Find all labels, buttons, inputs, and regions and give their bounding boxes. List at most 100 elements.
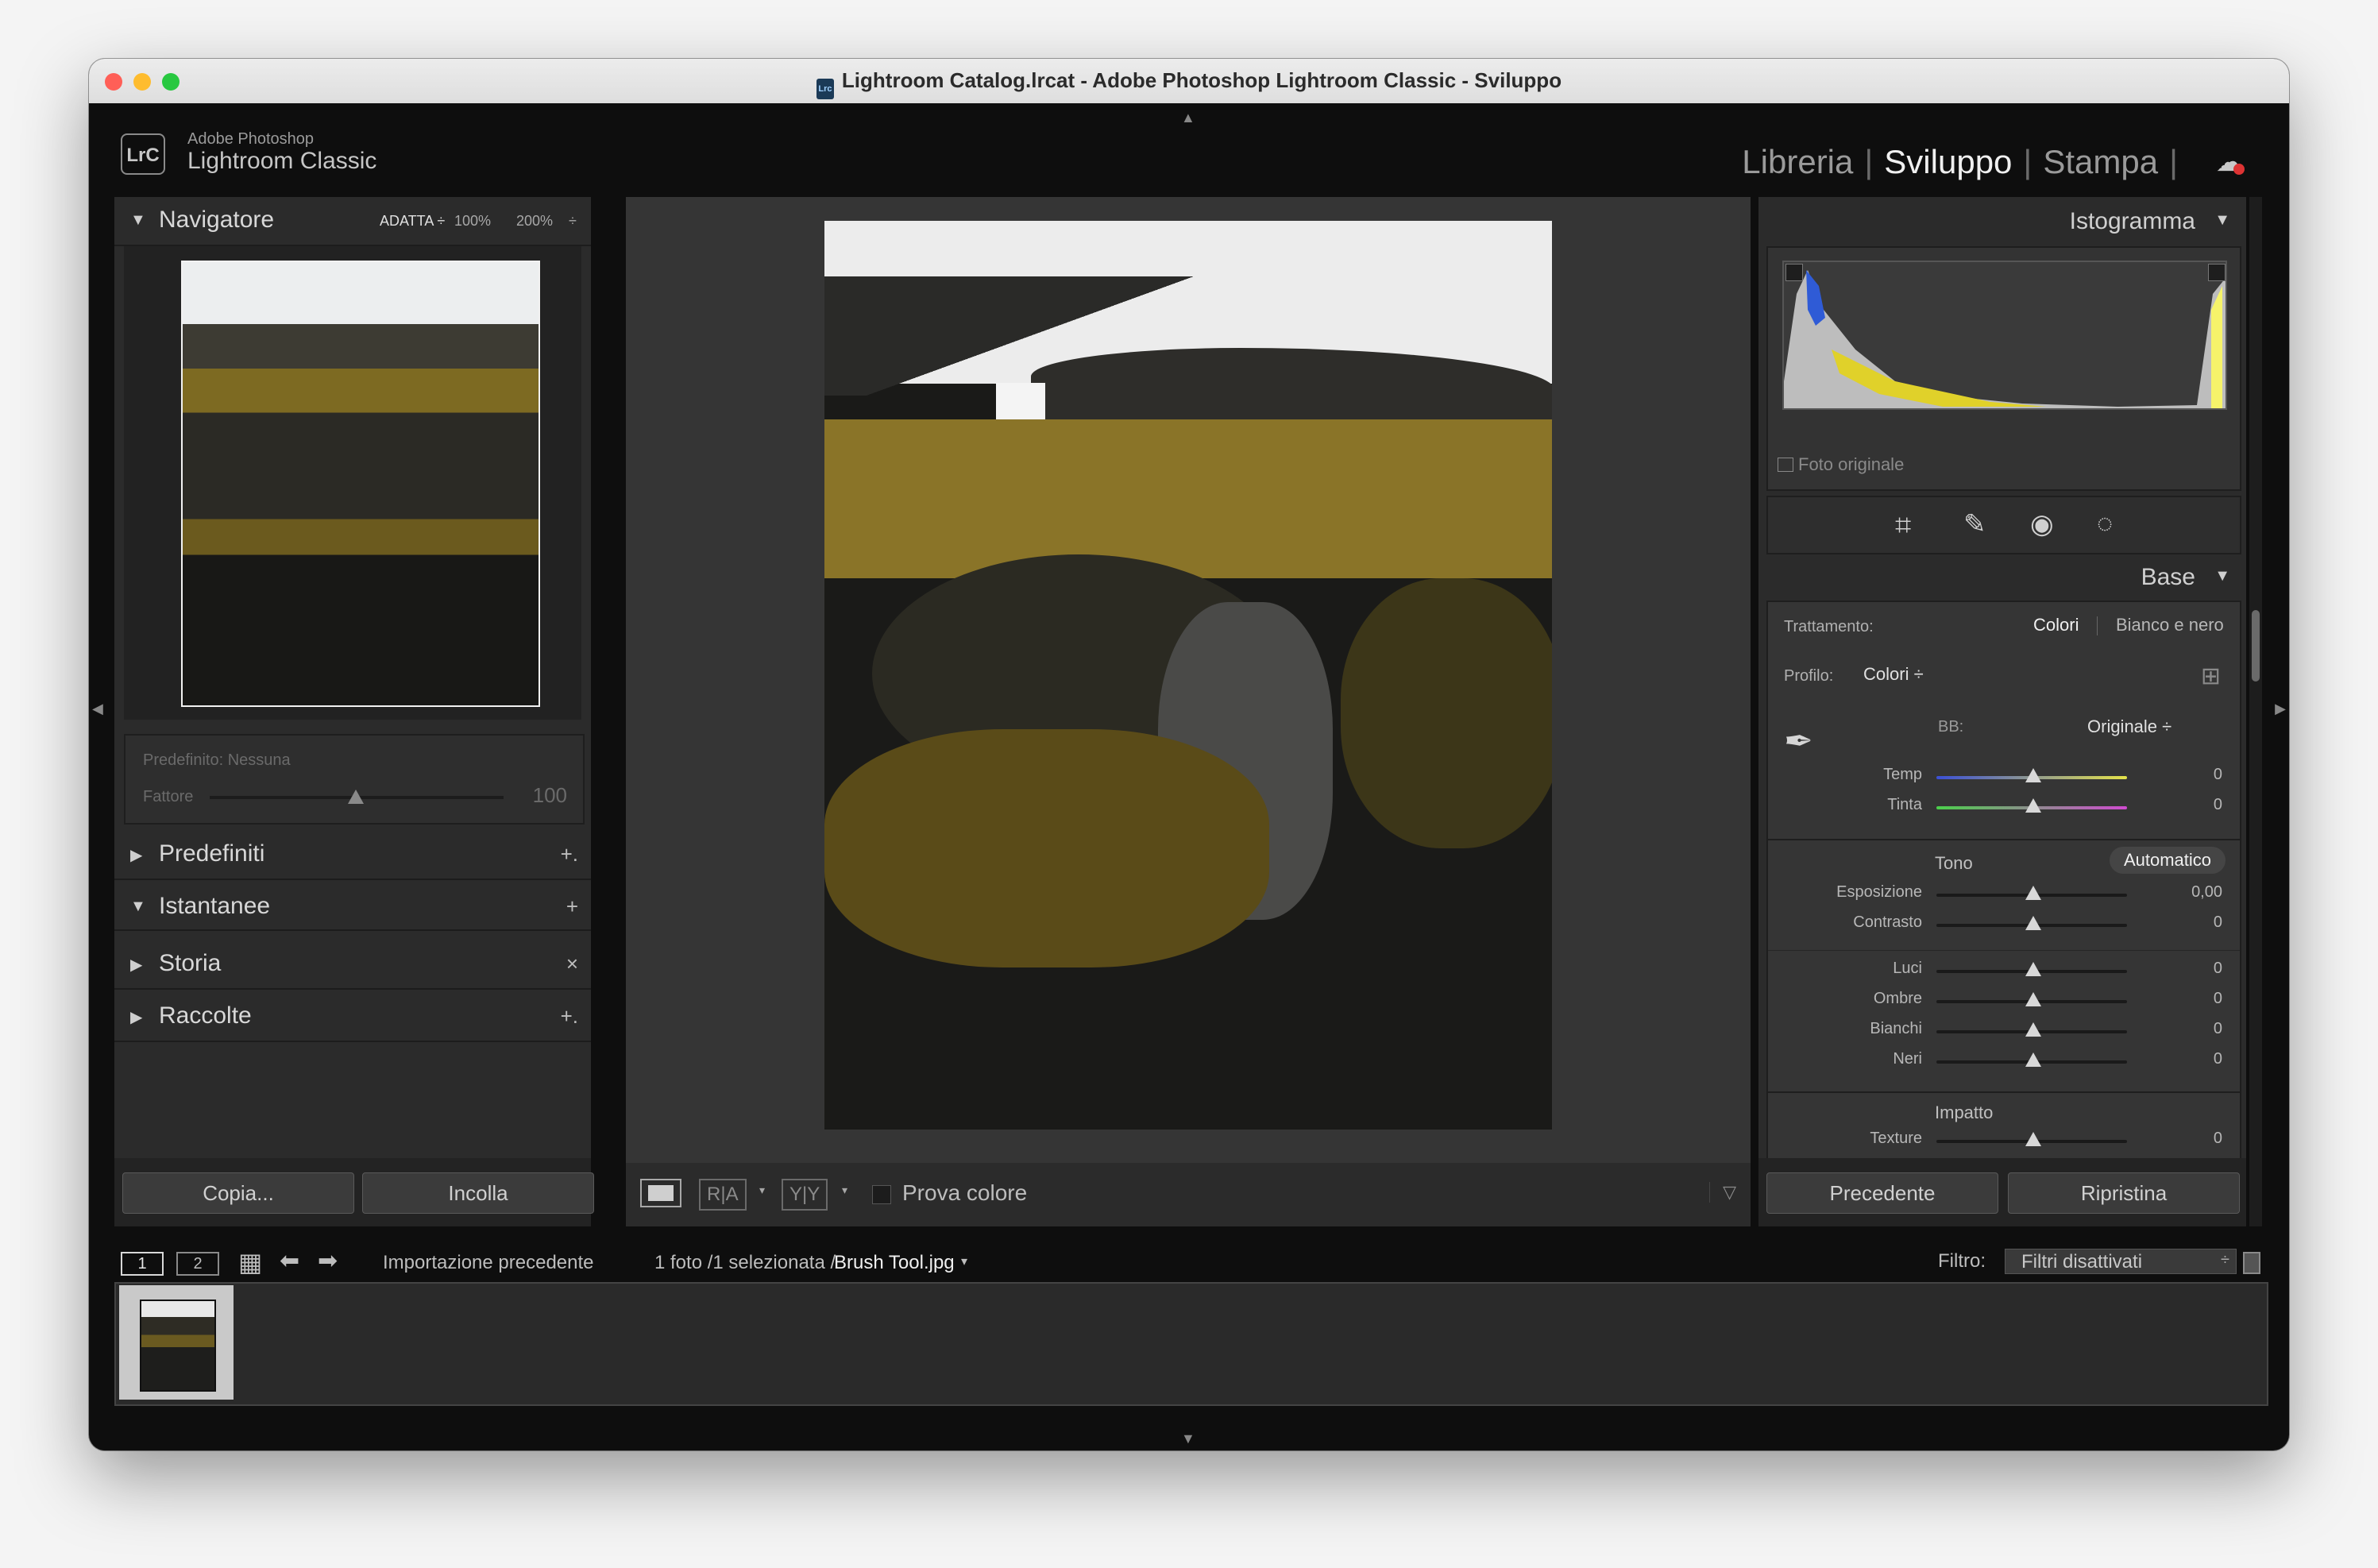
slider-value[interactable]: 0 <box>2167 913 2222 932</box>
filmstrip <box>114 1282 2268 1406</box>
crop-icon[interactable]: ⌗ <box>1895 508 1911 543</box>
app-window: Lrc Lightroom Catalog.lrcat - Adobe Photo… <box>89 59 2289 1450</box>
back-arrow-icon[interactable]: ⬅ <box>280 1247 299 1275</box>
profile-select[interactable]: Colori ÷ <box>1863 664 1924 685</box>
blacks-knob[interactable] <box>2025 1052 2041 1067</box>
clear-history-icon[interactable]: × <box>566 952 578 976</box>
red-eye-icon[interactable]: ◉ <box>2030 508 2054 540</box>
whites-knob[interactable] <box>2025 1022 2041 1037</box>
slider-value[interactable]: 0 <box>2167 1020 2222 1038</box>
factor-slider-knob[interactable] <box>348 790 364 804</box>
healing-icon[interactable]: ✎ <box>1963 508 1986 540</box>
view-options-chevron-icon[interactable]: ▾ <box>759 1184 765 1197</box>
filter-select[interactable]: Filtri disattivati ÷ <box>2005 1249 2237 1274</box>
filename-menu-chevron-icon[interactable]: ▾ <box>961 1253 967 1269</box>
zoom-fit[interactable]: ADATTA ÷ <box>380 213 445 230</box>
contrast-knob[interactable] <box>2025 916 2041 930</box>
temp-knob[interactable] <box>2025 768 2041 782</box>
histogram-graph[interactable] <box>1782 261 2227 410</box>
toolbar-menu-chevron-icon[interactable]: ▽ <box>1709 1182 1736 1203</box>
shadows-knob[interactable] <box>2025 992 2041 1006</box>
loupe-view-icon[interactable] <box>640 1179 681 1207</box>
treatment-color-option[interactable]: Colori <box>2033 615 2079 635</box>
collapse-bottom-arrow-icon[interactable]: ▼ <box>1181 1431 1195 1447</box>
add-preset-icon[interactable]: +. <box>561 842 578 867</box>
main-photo[interactable] <box>824 221 1552 1130</box>
slider-label: Bianchi <box>1870 1020 1922 1037</box>
slider-whites[interactable]: Bianchi 0 <box>1768 1020 2240 1049</box>
wb-eyedropper-icon[interactable]: ✒ <box>1784 721 1832 769</box>
slider-texture[interactable]: Texture 0 <box>1768 1130 2240 1158</box>
navigator-header[interactable]: ▼ Navigatore ADATTA ÷ 100% 200% ÷ <box>114 197 591 246</box>
module-develop[interactable]: Sviluppo <box>1873 143 2023 180</box>
module-library[interactable]: Libreria <box>1731 143 1864 180</box>
treatment-bw-option[interactable]: Bianco e nero <box>2116 615 2224 635</box>
original-photo-checkbox[interactable] <box>1778 458 1793 472</box>
slider-blacks[interactable]: Neri 0 <box>1768 1050 2240 1079</box>
right-panel-scrollbar[interactable] <box>2249 197 2262 1226</box>
screen-1-button[interactable]: 1 <box>121 1252 164 1276</box>
slider-value[interactable]: 0 <box>2167 766 2222 784</box>
slider-tint[interactable]: Tinta 0 <box>1768 796 2240 825</box>
before-after-yy-button[interactable]: Y|Y <box>782 1179 828 1211</box>
texture-knob[interactable] <box>2025 1132 2041 1146</box>
current-filename[interactable]: Brush Tool.jpg <box>834 1252 955 1274</box>
filter-lock-icon[interactable] <box>2243 1252 2260 1274</box>
paste-settings-button[interactable]: Incolla <box>362 1172 594 1214</box>
add-snapshot-icon[interactable]: + <box>566 894 578 919</box>
profile-browser-grid-icon[interactable]: ⊞ <box>2201 662 2221 690</box>
collapse-right-arrow-icon[interactable]: ▶ <box>2275 701 2286 717</box>
filmstrip-thumbnail[interactable] <box>119 1285 234 1400</box>
highlight-clipping-toggle[interactable] <box>2208 264 2226 281</box>
slider-value[interactable]: 0 <box>2167 796 2222 814</box>
slider-value[interactable]: 0 <box>2167 1130 2222 1148</box>
before-after-ra-button[interactable]: R|A <box>699 1179 747 1211</box>
slider-value[interactable]: 0,00 <box>2167 883 2222 902</box>
zoom-200[interactable]: 200% <box>516 213 553 230</box>
highlights-knob[interactable] <box>2025 962 2041 976</box>
zoom-100[interactable]: 100% <box>454 213 491 230</box>
slider-highlights[interactable]: Luci 0 <box>1768 960 2240 988</box>
slider-temp[interactable]: Temp 0 <box>1768 766 2240 794</box>
auto-tone-button[interactable]: Automatico <box>2109 847 2226 874</box>
basic-header[interactable]: Base ▼ <box>1758 553 2246 601</box>
slider-value[interactable]: 0 <box>2167 990 2222 1008</box>
module-print[interactable]: Stampa <box>2032 143 2169 180</box>
collapse-top-arrow-icon[interactable]: ▲ <box>1181 110 1195 126</box>
lrc-logo: LrC <box>121 133 165 175</box>
slider-value[interactable]: 0 <box>2167 960 2222 978</box>
slider-value[interactable]: 0 <box>2167 1050 2222 1068</box>
wb-select[interactable]: Originale ÷ <box>2087 716 2171 737</box>
grid-view-icon[interactable]: ▦ <box>238 1247 262 1277</box>
reset-button[interactable]: Ripristina <box>2008 1172 2240 1214</box>
presets-panel-header[interactable]: ▶ Predefiniti +. <box>114 831 591 880</box>
source-label[interactable]: Importazione precedente <box>383 1252 594 1274</box>
exposure-knob[interactable] <box>2025 886 2041 900</box>
shadow-clipping-toggle[interactable] <box>1785 264 1803 281</box>
slider-exposure[interactable]: Esposizione 0,00 <box>1768 883 2240 912</box>
tint-knob[interactable] <box>2025 798 2041 813</box>
history-panel-header[interactable]: ▶ Storia × <box>114 940 591 990</box>
soft-proof-checkbox[interactable] <box>872 1185 891 1204</box>
wb-label: BB: <box>1938 718 1964 736</box>
collapse-left-arrow-icon[interactable]: ◀ <box>92 701 103 717</box>
navigator-preview[interactable] <box>124 246 581 720</box>
slider-contrast[interactable]: Contrasto 0 <box>1768 913 2240 942</box>
add-collection-icon[interactable]: +. <box>561 1004 578 1029</box>
masking-icon[interactable]: ◌ <box>2097 508 2113 539</box>
forward-arrow-icon[interactable]: ➡ <box>318 1247 338 1275</box>
navigator-thumbnail <box>181 261 540 707</box>
copy-settings-button[interactable]: Copia... <box>122 1172 354 1214</box>
snapshots-panel-header[interactable]: ▼ Istantanee + <box>114 883 591 931</box>
filter-value: Filtri disattivati <box>2021 1251 2143 1273</box>
catalog-file-icon: Lrc <box>816 79 834 99</box>
slider-shadows[interactable]: Ombre 0 <box>1768 990 2240 1018</box>
collections-panel-header[interactable]: ▶ Raccolte +. <box>114 993 591 1042</box>
previous-settings-button[interactable]: Precedente <box>1766 1172 1998 1214</box>
scrollbar-thumb[interactable] <box>2252 610 2260 682</box>
window-title: Lrc Lightroom Catalog.lrcat - Adobe Photo… <box>89 68 2289 99</box>
screen-2-button[interactable]: 2 <box>176 1252 219 1276</box>
histogram-header[interactable]: Istogramma ▼ <box>1758 197 2246 245</box>
view-options-chevron-icon[interactable]: ▾ <box>842 1184 847 1197</box>
zoom-more[interactable]: ÷ <box>569 213 577 230</box>
